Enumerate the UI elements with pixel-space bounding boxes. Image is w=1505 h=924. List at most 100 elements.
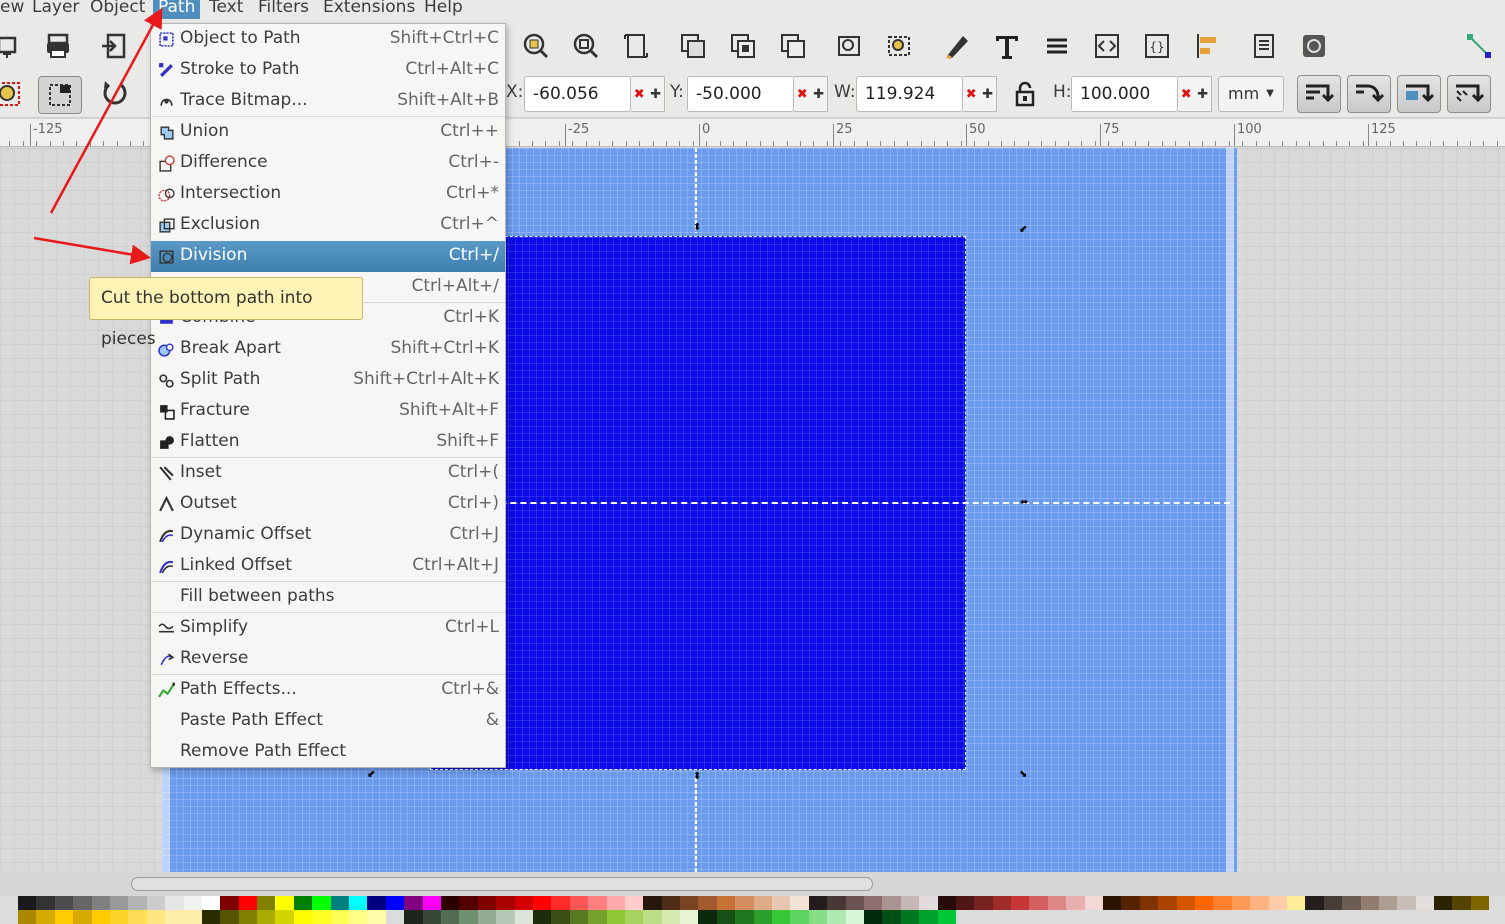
palette-swatch[interactable] (36, 896, 55, 910)
palette-swatch[interactable] (73, 910, 92, 924)
palette-swatch[interactable] (459, 896, 478, 910)
palette-swatch[interactable] (54, 896, 74, 910)
menu-item-split-path[interactable]: Split Path Shift+Ctrl+Alt+K (151, 365, 505, 396)
scale-handle-bottom-left[interactable]: ⬋ (367, 770, 376, 780)
palette-swatch[interactable] (1066, 896, 1085, 910)
palette-swatch[interactable] (569, 896, 589, 910)
palette-swatch[interactable] (569, 910, 589, 924)
palette-swatch[interactable] (422, 896, 441, 910)
palette-swatch[interactable] (165, 910, 184, 924)
menu-item-reverse[interactable]: Reverse (151, 644, 505, 675)
select-in-all-layers-icon[interactable] (38, 76, 82, 114)
palette-swatch[interactable] (91, 896, 110, 910)
palette-swatch[interactable] (532, 910, 552, 924)
menu-item-trace-bitmap[interactable]: Trace Bitmap... Shift+Alt+B (151, 86, 505, 117)
menu-item-fracture[interactable]: Fracture Shift+Alt+F (151, 396, 505, 427)
zoom-page-icon[interactable] (619, 29, 653, 63)
palette-swatch[interactable] (790, 910, 809, 924)
scale-handle-top[interactable]: ⬍ (693, 223, 702, 233)
menu-item-difference[interactable]: Difference Ctrl+- (151, 148, 505, 179)
palette-swatch[interactable] (882, 910, 901, 924)
palette-swatch[interactable] (863, 896, 883, 910)
menu-filters[interactable]: Filters (254, 0, 313, 19)
palette-swatch[interactable] (1470, 896, 1490, 910)
palette-swatch[interactable] (1286, 896, 1306, 910)
selectors-css-icon[interactable]: {} (1140, 29, 1174, 63)
select-all-icon[interactable] (0, 76, 26, 110)
palette-swatch[interactable] (900, 910, 920, 924)
palette-swatch[interactable] (882, 896, 901, 910)
palette-swatch[interactable] (496, 910, 515, 924)
y-stepper[interactable]: ✖ ✚ (794, 76, 828, 112)
menu-item-division[interactable]: Division Ctrl+/ (151, 241, 505, 272)
menu-item-stroke-to-path[interactable]: Stroke to Path Ctrl+Alt+C (151, 55, 505, 86)
palette-swatch[interactable] (275, 896, 294, 910)
palette-swatch[interactable] (477, 910, 497, 924)
palette-swatch[interactable] (1415, 896, 1435, 910)
palette-swatch[interactable] (514, 910, 533, 924)
h-field[interactable]: 100.000 (1071, 76, 1178, 112)
palette-swatch[interactable] (109, 910, 129, 924)
menu-item-fill-between-paths[interactable]: Fill between paths (151, 582, 505, 613)
palette-swatch[interactable] (808, 910, 828, 924)
layers-icon[interactable] (1040, 29, 1074, 63)
palette-swatch[interactable] (680, 910, 699, 924)
palette-swatch[interactable] (91, 910, 110, 924)
scale-handle-bottom-right[interactable]: ⬊ (1019, 770, 1028, 780)
palette-swatch[interactable] (1342, 896, 1361, 910)
palette-swatch[interactable] (312, 910, 331, 924)
menu-item-paste-path-effect[interactable]: Paste Path Effect & (151, 706, 505, 737)
palette-swatch[interactable] (459, 910, 478, 924)
palette-swatch[interactable] (1213, 896, 1232, 910)
palette-swatch[interactable] (992, 896, 1012, 910)
palette-swatch[interactable] (919, 910, 938, 924)
horizontal-path-line[interactable] (430, 502, 1230, 504)
palette-swatch[interactable] (1323, 896, 1343, 910)
palette-swatch[interactable] (496, 896, 515, 910)
palette-swatch[interactable] (275, 910, 294, 924)
palette-swatch[interactable] (514, 896, 533, 910)
document-properties-icon[interactable] (1247, 29, 1281, 63)
y-field[interactable]: -50.000 (687, 76, 794, 112)
palette-swatch[interactable] (293, 910, 313, 924)
palette-swatch[interactable] (827, 910, 846, 924)
fill-stroke-icon[interactable] (940, 29, 974, 63)
clone-icon[interactable] (726, 29, 760, 63)
rotate-ccw-icon[interactable] (98, 76, 132, 110)
palette-swatch[interactable] (551, 896, 570, 910)
menu-item-inset[interactable]: Inset Ctrl+( (151, 458, 505, 489)
palette-swatch[interactable] (220, 896, 239, 910)
scale-corners-button[interactable] (1347, 75, 1391, 113)
x-field[interactable]: -60.056 (524, 76, 631, 112)
menu-item-exclusion[interactable]: Exclusion Ctrl+^ (151, 210, 505, 241)
palette-swatch[interactable] (183, 896, 202, 910)
palette-swatch[interactable] (146, 910, 166, 924)
palette-swatch[interactable] (330, 910, 350, 924)
scale-handle-bottom[interactable]: ⬍ (693, 772, 702, 782)
palette-swatch[interactable] (109, 896, 129, 910)
palette-swatch[interactable] (1231, 896, 1251, 910)
palette-swatch[interactable] (1397, 896, 1416, 910)
palette-swatch[interactable] (900, 896, 920, 910)
scale-stroke-button[interactable] (1297, 75, 1341, 113)
palette-swatch[interactable] (606, 896, 625, 910)
text-font-icon[interactable] (990, 29, 1024, 63)
palette-swatch[interactable] (845, 896, 864, 910)
palette-swatch[interactable] (680, 896, 699, 910)
print-icon[interactable] (41, 29, 75, 63)
menu-item-linked-offset[interactable]: Linked Offset Ctrl+Alt+J (151, 551, 505, 582)
menu-item-dynamic-offset[interactable]: Dynamic Offset Ctrl+J (151, 520, 505, 551)
duplicate-icon[interactable] (676, 29, 710, 63)
palette-swatch[interactable] (183, 910, 202, 924)
unlink-clone-icon[interactable] (776, 29, 810, 63)
palette-swatch[interactable] (165, 896, 184, 910)
palette-swatch[interactable] (919, 896, 938, 910)
palette-swatch[interactable] (716, 896, 736, 910)
palette-swatch[interactable] (1176, 896, 1195, 910)
zoom-drawing-icon[interactable] (569, 29, 603, 63)
palette-swatch[interactable] (18, 910, 37, 924)
palette-swatch[interactable] (753, 896, 773, 910)
palette-swatch[interactable] (863, 910, 883, 924)
palette-swatch[interactable] (257, 896, 276, 910)
palette-swatch[interactable] (312, 896, 331, 910)
